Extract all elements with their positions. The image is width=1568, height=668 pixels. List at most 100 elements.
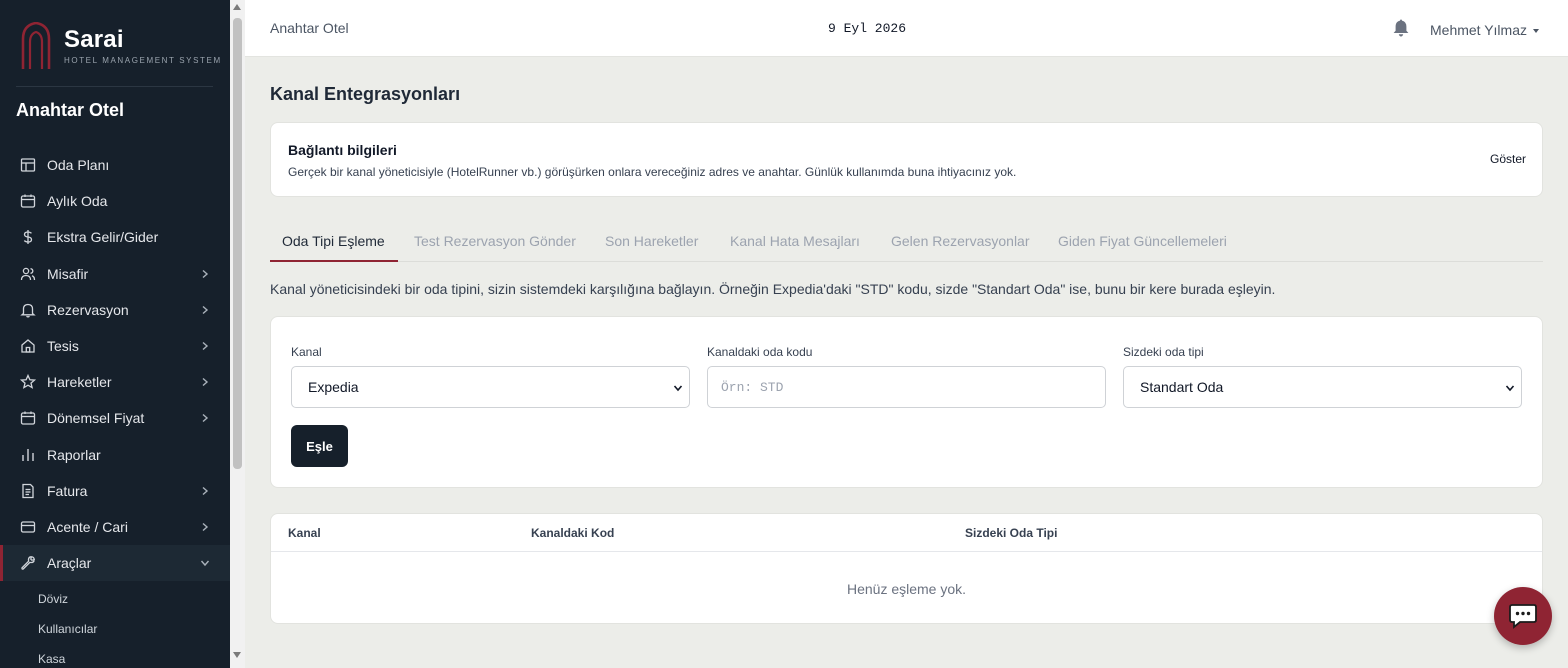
- chevron-right-icon: [202, 342, 209, 351]
- star-icon: [19, 373, 37, 391]
- chevron-right-icon: [202, 522, 209, 531]
- user-menu[interactable]: Mehmet Yılmaz: [1430, 22, 1539, 38]
- column-header-kanaldaki-kod[interactable]: Kanaldaki Kod: [531, 526, 614, 540]
- chevron-right-icon: [202, 378, 209, 387]
- tab-oda-tipi-esleme[interactable]: Oda Tipi Eşleme: [282, 233, 385, 249]
- document-icon: [19, 482, 37, 500]
- sidebar-divider: [16, 86, 213, 87]
- room-type-select-value: Standart Oda: [1140, 379, 1224, 395]
- mapping-form-card: Kanal Expedia Kanaldaki oda kodu Örn: ST…: [270, 316, 1543, 488]
- calendar-icon: [19, 192, 37, 210]
- dollar-icon: [19, 228, 37, 246]
- notification-bell-icon[interactable]: [1392, 18, 1410, 38]
- sidebar-item-donemsel-fiyat[interactable]: Dönemsel Fiyat: [0, 400, 230, 436]
- chevron-right-icon: [202, 305, 209, 314]
- sidebar-subnav-araclar: Döviz Kullanıcılar Kasa: [0, 584, 230, 668]
- table-empty-message: Henüz eşleme yok.: [846, 581, 967, 597]
- tab-bar: Oda Tipi Eşleme Test Rezervasyon Gönder …: [270, 224, 1543, 262]
- mapping-help-text: Kanal yöneticisindeki bir oda tipini, si…: [270, 281, 1276, 297]
- connection-info-description: Gerçek bir kanal yöneticisiyle (HotelRun…: [288, 165, 1017, 179]
- sidebar-item-oda-plani[interactable]: Oda Planı: [0, 147, 230, 183]
- bell-icon: [19, 301, 37, 319]
- topbar-hotel-name: Anahtar Otel: [270, 20, 349, 36]
- table-header-divider: [271, 551, 1542, 552]
- sidebar-subitem-doviz[interactable]: Döviz: [0, 584, 230, 614]
- tab-giden-fiyat-guncellemeleri[interactable]: Giden Fiyat Güncellemeleri: [1058, 233, 1227, 249]
- channel-select-value: Expedia: [308, 379, 359, 395]
- scroll-down-arrow-icon[interactable]: [233, 652, 241, 658]
- chevron-right-icon: [202, 269, 209, 278]
- users-icon: [19, 265, 37, 283]
- sidebar-item-hareketler[interactable]: Hareketler: [0, 364, 230, 400]
- grid-icon: [19, 156, 37, 174]
- chevron-right-icon: [202, 414, 209, 423]
- brand-name: Sarai: [64, 26, 124, 53]
- sidebar-item-araclar[interactable]: Araçlar: [0, 545, 230, 582]
- tab-test-rezervasyon-gonder[interactable]: Test Rezervasyon Gönder: [414, 233, 576, 249]
- page-title: Kanal Entegrasyonları: [270, 84, 461, 104]
- sidebar-item-label: Acente / Cari: [47, 518, 128, 535]
- sidebar-item-misafir[interactable]: Misafir: [0, 256, 230, 292]
- chevron-down-icon: [200, 560, 210, 567]
- show-connection-button[interactable]: Göster: [1490, 152, 1526, 166]
- sidebar-item-label: Dönemsel Fiyat: [47, 410, 145, 427]
- connection-info-title: Bağlantı bilgileri: [288, 142, 397, 158]
- room-code-input[interactable]: Örn: STD: [707, 366, 1106, 408]
- sidebar-subitem-kullanicilar[interactable]: Kullanıcılar: [0, 614, 230, 644]
- room-code-label: Kanaldaki oda kodu: [707, 345, 813, 359]
- sidebar-item-acente-cari[interactable]: Acente / Cari: [0, 509, 230, 545]
- sidebar-item-label: Oda Planı: [47, 157, 110, 174]
- tab-kanal-hata-mesajlari[interactable]: Kanal Hata Mesajları: [730, 233, 860, 249]
- active-tab-indicator: [270, 260, 398, 262]
- scrollbar-thumb[interactable]: [233, 18, 242, 469]
- scroll-up-arrow-icon[interactable]: [233, 4, 241, 10]
- channel-select[interactable]: Expedia: [291, 366, 690, 408]
- topbar-date: 9 Eyl 2026: [828, 21, 907, 36]
- room-type-label: Sizdeki oda tipi: [1123, 345, 1204, 359]
- sidebar-subitem-kasa[interactable]: Kasa: [0, 644, 230, 668]
- sidebar-item-fatura[interactable]: Fatura: [0, 473, 230, 509]
- sidebar-item-tesis[interactable]: Tesis: [0, 328, 230, 364]
- sidebar: Sarai HOTEL MANAGEMENT SYSTEM Anahtar Ot…: [0, 0, 230, 668]
- column-header-kanal[interactable]: Kanal: [288, 526, 321, 540]
- sidebar-nav: Oda Planı Aylık Oda Ekstra Gelir/Gider M…: [0, 147, 230, 582]
- map-button[interactable]: Eşle: [291, 425, 348, 467]
- sidebar-item-label: Misafir: [47, 265, 89, 282]
- sidebar-item-aylik-oda[interactable]: Aylık Oda: [0, 183, 230, 219]
- user-name: Mehmet Yılmaz: [1430, 22, 1527, 38]
- sidebar-item-label: Araçlar: [47, 555, 92, 572]
- connection-info-card: Bağlantı bilgileri Gerçek bir kanal yöne…: [270, 122, 1543, 197]
- sidebar-item-label: Rezervasyon: [47, 301, 129, 318]
- chat-bubble-icon: [1509, 604, 1537, 629]
- sidebar-item-rezervasyon[interactable]: Rezervasyon: [0, 292, 230, 328]
- sidebar-item-label: Ekstra Gelir/Gider: [47, 229, 159, 246]
- arch-logo-icon: [21, 22, 51, 69]
- chevron-down-icon: [673, 385, 683, 392]
- tab-gelen-rezervasyonlar[interactable]: Gelen Rezervasyonlar: [891, 233, 1030, 249]
- sidebar-item-label: Fatura: [47, 482, 88, 499]
- sidebar-hotel-name: Anahtar Otel: [16, 100, 125, 120]
- sidebar-item-ekstra-gelir-gider[interactable]: Ekstra Gelir/Gider: [0, 219, 230, 255]
- column-header-sizdeki-oda-tipi[interactable]: Sizdeki Oda Tipi: [965, 526, 1057, 540]
- bar-chart-icon: [19, 446, 37, 464]
- brand-tagline: HOTEL MANAGEMENT SYSTEM: [64, 56, 222, 65]
- chevron-right-icon: [202, 486, 209, 495]
- chevron-down-icon: [1505, 385, 1515, 392]
- sidebar-item-label: Aylık Oda: [47, 193, 108, 210]
- top-bar: Anahtar Otel 9 Eyl 2026 Mehmet Yılmaz: [245, 0, 1568, 57]
- room-type-select[interactable]: Standart Oda: [1123, 366, 1522, 408]
- card-icon: [19, 518, 37, 536]
- channel-label: Kanal: [291, 345, 322, 359]
- sidebar-item-label: Tesis: [47, 338, 79, 355]
- sidebar-item-label: Hareketler: [47, 374, 112, 391]
- brand-logo[interactable]: Sarai HOTEL MANAGEMENT SYSTEM: [20, 22, 220, 72]
- wrench-icon: [19, 554, 37, 572]
- calendar-icon: [19, 409, 37, 427]
- chat-button[interactable]: [1494, 587, 1552, 645]
- home-icon: [19, 337, 37, 355]
- tab-son-hareketler[interactable]: Son Hareketler: [605, 233, 698, 249]
- caret-down-icon: [1533, 29, 1539, 33]
- sidebar-scrollbar[interactable]: [230, 0, 245, 668]
- mappings-table: Kanal Kanaldaki Kod Sizdeki Oda Tipi Hen…: [270, 513, 1543, 624]
- sidebar-item-raporlar[interactable]: Raporlar: [0, 437, 230, 473]
